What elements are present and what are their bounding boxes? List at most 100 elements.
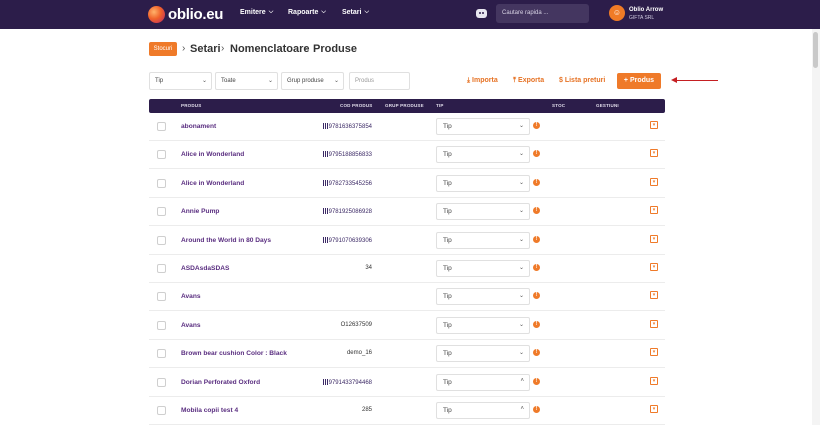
product-name-link[interactable]: Avans	[181, 322, 201, 329]
row-actions-dropdown-icon[interactable]: ▾	[650, 320, 658, 328]
chevron-down-icon: ⌵	[364, 9, 370, 15]
col-header-tip[interactable]: TIP	[436, 103, 444, 108]
row-actions-dropdown-icon[interactable]: ▾	[650, 291, 658, 299]
product-code[interactable]: 9791433794468	[322, 379, 372, 386]
user-company: GIFTA SRL	[629, 15, 655, 21]
product-code[interactable]: 9795188856833	[322, 151, 372, 158]
add-product-button[interactable]: + Produs	[617, 73, 661, 89]
chatbot-icon[interactable]	[476, 9, 487, 18]
row-checkbox[interactable]	[157, 122, 166, 131]
row-tip-select[interactable]: Tip ⌄	[436, 288, 530, 305]
row-tip-select[interactable]: Tip ˄	[436, 374, 530, 391]
product-code: 34	[365, 265, 372, 271]
product-name-link[interactable]: Avans	[181, 293, 201, 300]
row-checkbox[interactable]	[157, 150, 166, 159]
product-name-link[interactable]: Around the World in 80 Days	[181, 237, 271, 244]
filter-group-select[interactable]: Grup produse ⌄	[281, 72, 344, 90]
row-actions-dropdown-icon[interactable]: ▾	[650, 149, 658, 157]
product-name-link[interactable]: Annie Pump	[181, 208, 219, 215]
info-icon[interactable]: !	[533, 264, 540, 271]
row-tip-select[interactable]: Tip ⌄	[436, 260, 530, 277]
table-header: PRODUS COD PRODUS GRUP PRODUSE TIP STOC …	[149, 99, 665, 113]
row-tip-select[interactable]: Tip ⌄	[436, 175, 530, 192]
info-icon[interactable]: !	[533, 150, 540, 157]
row-tip-select[interactable]: Tip ⌄	[436, 118, 530, 135]
row-actions-dropdown-icon[interactable]: ▾	[650, 405, 658, 413]
row-actions-dropdown-icon[interactable]: ▾	[650, 348, 658, 356]
row-tip-select[interactable]: Tip ⌄	[436, 232, 530, 249]
oblio-logo[interactable]: oblio.eu	[148, 5, 223, 23]
chevron-down-icon: ⌄	[518, 208, 524, 214]
row-checkbox[interactable]	[157, 179, 166, 188]
breadcrumb-item-nomenclatoare[interactable]: Nomenclatoare	[230, 43, 309, 55]
info-icon[interactable]: !	[533, 207, 540, 214]
user-avatar-icon[interactable]: ☺	[609, 5, 625, 21]
nav-menu-emitere[interactable]: Emitere ⌵	[240, 9, 273, 16]
col-header-grup-produse[interactable]: GRUP PRODUSE	[385, 103, 424, 108]
row-tip-select[interactable]: Tip ⌄	[436, 317, 530, 334]
product-code[interactable]: 9781925086928	[322, 208, 372, 215]
barcode-icon	[322, 379, 328, 385]
import-button[interactable]: ⤓ Importa	[467, 77, 498, 85]
breadcrumb-badge-stocuri[interactable]: Stocuri	[149, 42, 177, 56]
info-icon[interactable]: !	[533, 321, 540, 328]
breadcrumb-separator: ›	[182, 43, 186, 54]
chevron-down-icon: ⌄	[267, 78, 273, 84]
price-list-button[interactable]: $ Lista preturi	[559, 77, 605, 84]
row-actions-dropdown-icon[interactable]: ▾	[650, 121, 658, 129]
filter-tip-select[interactable]: Tip ⌄	[149, 72, 212, 90]
product-name-link[interactable]: Mobila copii test 4	[181, 407, 238, 414]
product-search-input[interactable]: Produs	[349, 72, 410, 90]
product-code[interactable]: 9781636375854	[322, 123, 372, 130]
info-icon[interactable]: !	[533, 406, 540, 413]
row-checkbox[interactable]	[157, 292, 166, 301]
product-code[interactable]: 9782733545256	[322, 180, 372, 187]
col-header-cod-produs[interactable]: COD PRODUS	[340, 103, 373, 108]
quick-search-input[interactable]: Cautare rapida ...	[496, 4, 589, 23]
filter-status-select[interactable]: Toate ⌄	[215, 72, 278, 90]
row-checkbox[interactable]	[157, 207, 166, 216]
col-header-stoc[interactable]: STOC	[552, 103, 565, 108]
row-actions-dropdown-icon[interactable]: ▾	[650, 178, 658, 186]
row-checkbox[interactable]	[157, 321, 166, 330]
product-name-link[interactable]: Brown bear cushion Color : Black	[181, 350, 287, 357]
product-name-link[interactable]: ASDAsdaSDAS	[181, 265, 229, 272]
row-checkbox[interactable]	[157, 349, 166, 358]
col-header-gestiuni[interactable]: GESTIUNI	[596, 103, 619, 108]
user-name[interactable]: Oblio Arrow	[629, 7, 663, 14]
info-icon[interactable]: !	[533, 122, 540, 129]
nav-menu-setari[interactable]: Setari ⌵	[342, 9, 369, 16]
row-checkbox[interactable]	[157, 378, 166, 387]
col-header-produs[interactable]: PRODUS	[181, 103, 201, 108]
row-tip-select[interactable]: Tip ˄	[436, 402, 530, 419]
row-tip-select[interactable]: Tip ⌄	[436, 146, 530, 163]
page-scrollbar-thumb[interactable]	[813, 32, 818, 68]
product-code: 285	[362, 407, 372, 413]
row-checkbox[interactable]	[157, 406, 166, 415]
info-icon[interactable]: !	[533, 292, 540, 299]
export-button[interactable]: ⤒ Exporta	[513, 77, 544, 85]
product-name-link[interactable]: abonament	[181, 123, 216, 130]
row-actions-dropdown-icon[interactable]: ▾	[650, 377, 658, 385]
row-checkbox[interactable]	[157, 264, 166, 273]
page-scrollbar[interactable]	[812, 29, 820, 425]
product-name-link[interactable]: Alice in Wonderland	[181, 180, 244, 187]
product-code-text: 34	[365, 265, 372, 271]
row-actions-dropdown-icon[interactable]: ▾	[650, 206, 658, 214]
chevron-down-icon: ⌄	[518, 123, 524, 129]
product-name-link[interactable]: Alice in Wonderland	[181, 151, 244, 158]
breadcrumb-item-setari[interactable]: Setari	[190, 43, 221, 55]
info-icon[interactable]: !	[533, 349, 540, 356]
row-actions-dropdown-icon[interactable]: ▾	[650, 235, 658, 243]
info-icon[interactable]: !	[533, 236, 540, 243]
row-tip-select[interactable]: Tip ⌄	[436, 345, 530, 362]
product-code[interactable]: 9791070639306	[322, 237, 372, 244]
row-tip-select[interactable]: Tip ⌄	[436, 203, 530, 220]
product-name-link[interactable]: Dorian Perforated Oxford	[181, 379, 260, 386]
row-tip-select-value: Tip	[443, 180, 452, 187]
info-icon[interactable]: !	[533, 378, 540, 385]
info-icon[interactable]: !	[533, 179, 540, 186]
row-actions-dropdown-icon[interactable]: ▾	[650, 263, 658, 271]
nav-menu-rapoarte[interactable]: Rapoarte ⌵	[288, 9, 326, 16]
row-checkbox[interactable]	[157, 236, 166, 245]
